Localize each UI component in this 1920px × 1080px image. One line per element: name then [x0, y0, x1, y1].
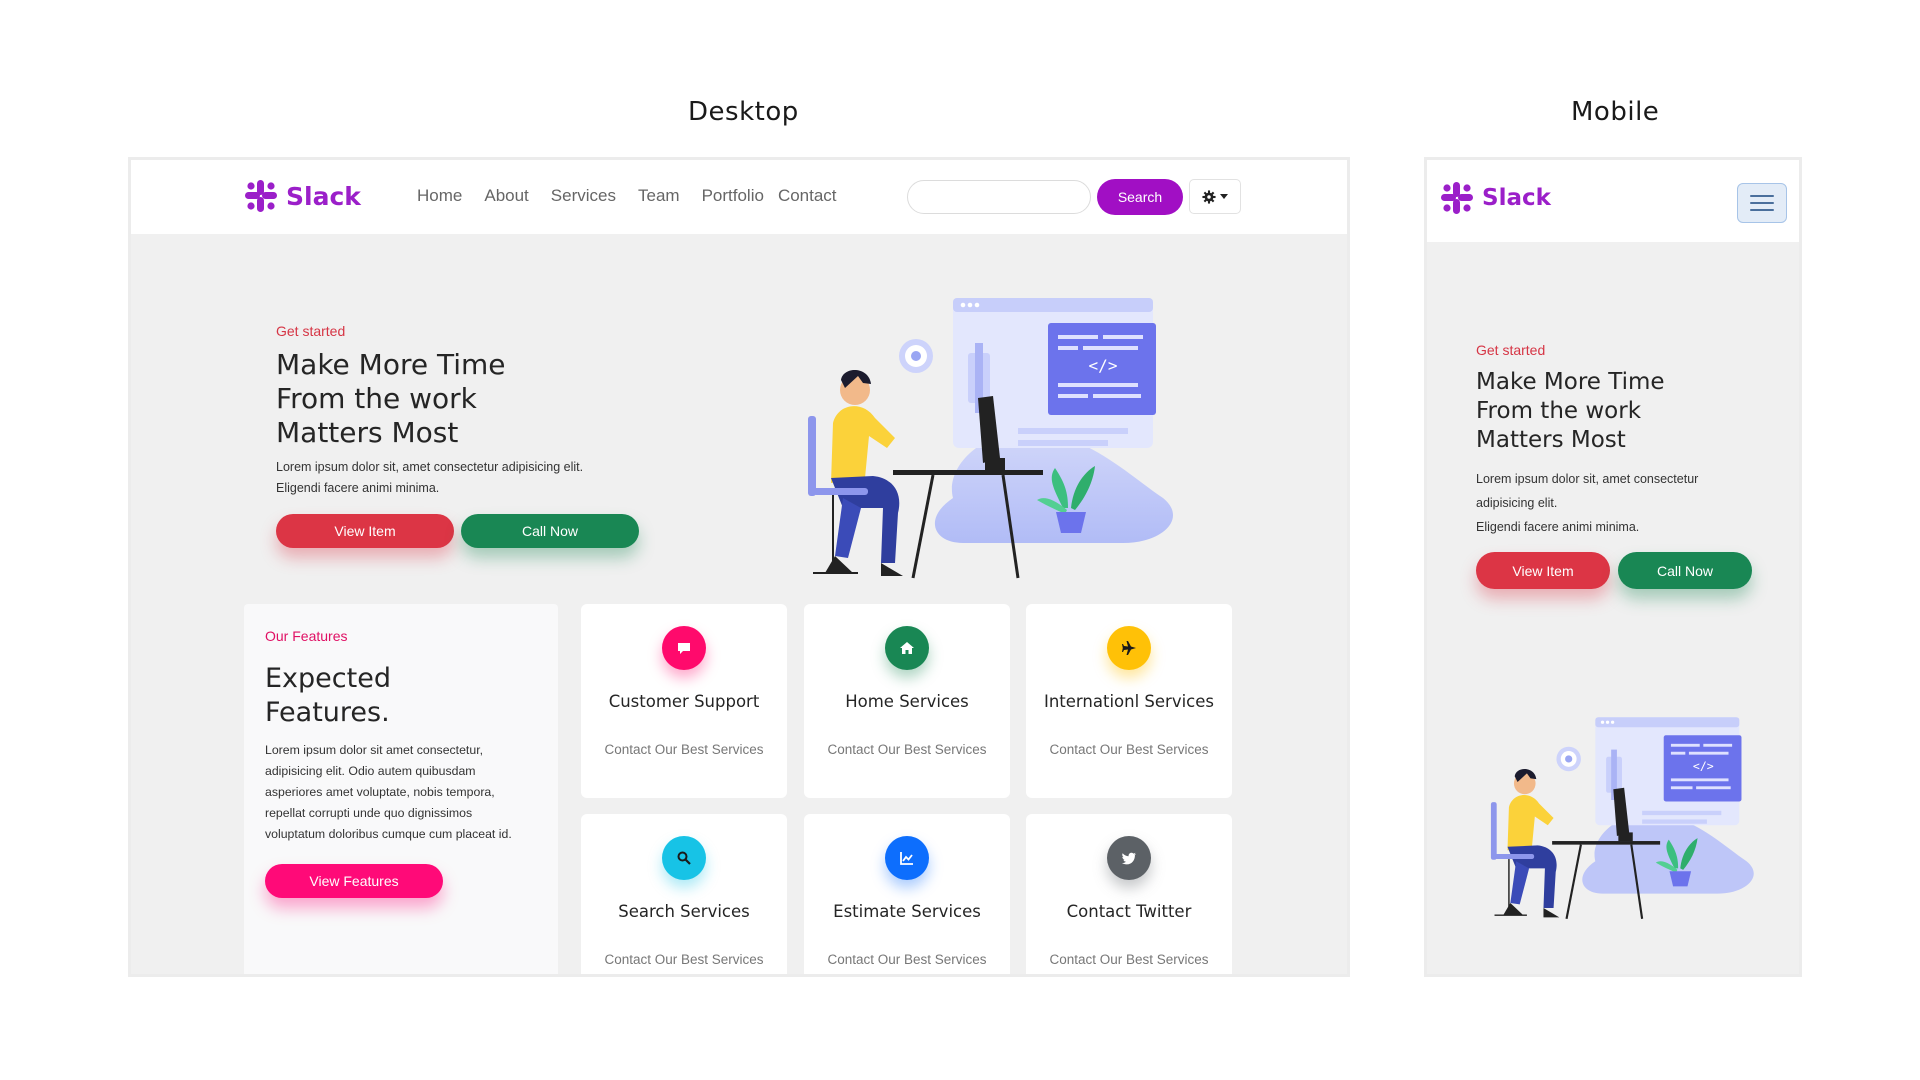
- brand-logo[interactable]: Slack: [1439, 180, 1551, 216]
- service-subtitle: Contact Our Best Services: [604, 742, 764, 757]
- caret-down-icon: [1220, 193, 1228, 199]
- service-card-international-services[interactable]: Internationl Services Contact Our Best S…: [1026, 604, 1232, 798]
- features-text: Lorem ipsum dolor sit amet consectetur, …: [265, 740, 545, 845]
- hero-title: Make More Time From the work Matters Mos…: [276, 348, 596, 450]
- desktop-preview: Slack Home About Services Team Portfolio…: [128, 157, 1350, 977]
- chat-icon: [662, 626, 706, 670]
- features-title-line: Features.: [265, 696, 390, 728]
- hero-text: Lorem ipsum dolor sit, amet consectetur …: [1476, 467, 1766, 539]
- search-button[interactable]: Search: [1097, 179, 1183, 215]
- view-item-button[interactable]: View Item: [276, 514, 454, 548]
- home-icon: [885, 626, 929, 670]
- slack-logo-icon: [245, 180, 277, 212]
- service-subtitle: Contact Our Best Services: [827, 742, 987, 757]
- service-title: Search Services: [618, 902, 750, 921]
- features-tag: Our Features: [265, 628, 348, 644]
- view-item-button[interactable]: View Item: [1476, 552, 1610, 589]
- hero-text-line: Lorem ipsum dolor sit, amet consectetur …: [276, 460, 584, 474]
- svg-text:</>: </>: [1693, 759, 1714, 773]
- nav-link-portfolio[interactable]: Portfolio: [702, 186, 764, 206]
- hero-text-line: adipisicing elit.: [1476, 496, 1558, 510]
- hero-text-line: Eligendi facere animi minima.: [1476, 520, 1640, 534]
- service-title: Customer Support: [608, 692, 760, 711]
- plane-icon: [1107, 626, 1151, 670]
- developer-illustration: </>: [1490, 717, 1754, 920]
- theme-dropdown[interactable]: [1189, 179, 1241, 214]
- features-title-line: Expected: [265, 663, 391, 694]
- call-now-button[interactable]: Call Now: [1618, 552, 1752, 589]
- features-text-line: voluptatum doloribus cumque cum placeat …: [265, 827, 512, 841]
- twitter-icon: [1107, 836, 1151, 880]
- service-card-estimate-services[interactable]: Estimate Services Contact Our Best Servi…: [804, 814, 1010, 974]
- hero-title-line: Make More Time: [1476, 369, 1665, 395]
- features-text-line: repellat corrupti unde quo dignissimos: [265, 806, 473, 820]
- service-title: Home Services: [845, 692, 969, 711]
- call-now-button[interactable]: Call Now: [461, 514, 639, 548]
- navbar: Slack Home About Services Team Portfolio…: [131, 160, 1347, 234]
- service-card-home-services[interactable]: Home Services Contact Our Best Services: [804, 604, 1010, 798]
- search-icon: [662, 836, 706, 880]
- nav-links: Home About Services Team Portfolio Conta…: [417, 186, 859, 206]
- hero-tag: Get started: [276, 323, 346, 339]
- hero-title-line: Matters Most: [276, 416, 459, 450]
- hero-title-line: Matters Most: [1476, 426, 1626, 453]
- service-card-customer-support[interactable]: Customer Support Contact Our Best Servic…: [581, 604, 787, 798]
- svg-text:</>: </>: [1089, 356, 1118, 375]
- view-features-button[interactable]: View Features: [265, 864, 443, 898]
- desktop-caption: Desktop: [688, 97, 799, 127]
- features-text-line: adipisicing elit. Odio autem quibusdam: [265, 764, 476, 778]
- hero-title: Make More Time From the work Matters Mos…: [1476, 368, 1756, 455]
- nav-link-home[interactable]: Home: [417, 186, 462, 206]
- mobile-navbar: Slack: [1427, 160, 1799, 242]
- brand-name: Slack: [1482, 185, 1551, 211]
- hero-title-line: From the work: [276, 382, 477, 416]
- slack-logo-icon: [1441, 182, 1473, 214]
- features-text-line: Lorem ipsum dolor sit amet consectetur,: [265, 743, 484, 757]
- hero-text-line: Lorem ipsum dolor sit, amet consectetur: [1476, 472, 1699, 486]
- hamburger-icon-bar: [1750, 195, 1774, 197]
- mobile-caption: Mobile: [1571, 97, 1660, 127]
- service-subtitle: Contact Our Best Services: [604, 952, 764, 967]
- service-title: Contact Twitter: [1066, 902, 1192, 921]
- hamburger-menu-button[interactable]: [1737, 183, 1787, 223]
- features-text-line: asperiores amet voluptate, nobis tempora…: [265, 785, 495, 799]
- service-subtitle: Contact Our Best Services: [1049, 742, 1209, 757]
- hero-title-line: From the work: [1476, 397, 1642, 424]
- service-card-contact-twitter[interactable]: Contact Twitter Contact Our Best Service…: [1026, 814, 1232, 974]
- service-title: Internationl Services: [1043, 692, 1215, 711]
- search-input[interactable]: [907, 180, 1091, 214]
- service-subtitle: Contact Our Best Services: [1049, 952, 1209, 967]
- service-card-search-services[interactable]: Search Services Contact Our Best Service…: [581, 814, 787, 974]
- nav-link-services[interactable]: Services: [551, 186, 616, 206]
- features-box: Our Features Expected Features. Lorem ip…: [244, 604, 558, 974]
- service-subtitle: Contact Our Best Services: [827, 952, 987, 967]
- chart-icon: [885, 836, 929, 880]
- hamburger-icon-bar: [1750, 209, 1774, 211]
- hero-text-line: Eligendi facere animi minima.: [276, 481, 440, 495]
- nav-link-team[interactable]: Team: [638, 186, 680, 206]
- features-title: Expected Features.: [265, 662, 391, 730]
- nav-link-about[interactable]: About: [484, 186, 528, 206]
- gear-icon: [1202, 189, 1216, 204]
- hamburger-icon-bar: [1750, 202, 1774, 204]
- nav-link-contact[interactable]: Contact: [778, 186, 837, 206]
- hero-text: Lorem ipsum dolor sit, amet consectetur …: [276, 457, 616, 499]
- brand-logo[interactable]: Slack: [243, 178, 361, 214]
- hero-title-line: Make More Time: [276, 348, 506, 381]
- brand-name: Slack: [286, 181, 361, 211]
- hero-tag: Get started: [1476, 342, 1546, 358]
- service-title: Estimate Services: [833, 902, 981, 921]
- developer-illustration: </>: [808, 298, 1174, 579]
- mobile-preview: Slack Get started Make More Time From th…: [1424, 157, 1802, 977]
